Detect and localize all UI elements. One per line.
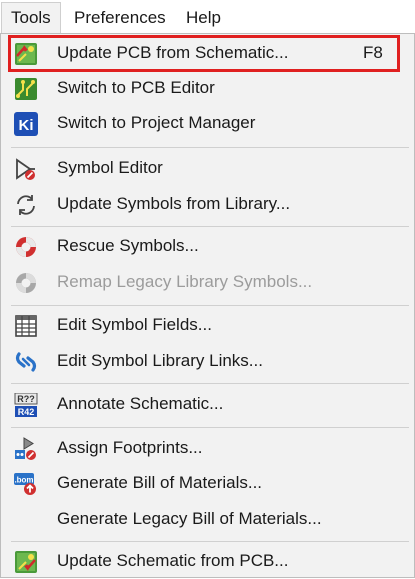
menu-item-label: Annotate Schematic... bbox=[57, 394, 224, 413]
kicad-project-manager-icon: Ki bbox=[14, 112, 38, 136]
menu-item-edit-symbol-library-links[interactable]: Edit Symbol Library Links... bbox=[1, 343, 414, 379]
library-link-icon bbox=[14, 350, 38, 374]
menu-preferences[interactable]: Preferences bbox=[65, 2, 175, 34]
menu-separator bbox=[11, 305, 409, 306]
menu-separator bbox=[11, 383, 409, 384]
menu-item-rescue-symbols[interactable]: Rescue Symbols... bbox=[1, 228, 414, 264]
menu-item-edit-symbol-fields[interactable]: Edit Symbol Fields... bbox=[1, 307, 414, 343]
menu-separator bbox=[11, 427, 409, 428]
menu-item-label: Generate Bill of Materials... bbox=[57, 473, 263, 492]
menu-item-label: Assign Footprints... bbox=[57, 438, 203, 457]
menu-item-label: Update Schematic from PCB... bbox=[57, 551, 289, 570]
menu-item-annotate-schematic[interactable]: R?? R42 Annotate Schematic... bbox=[1, 386, 414, 422]
refresh-icon bbox=[14, 193, 38, 217]
menu-item-label: Symbol Editor bbox=[57, 158, 163, 177]
menu-item-update-schematic-from-pcb[interactable]: Update Schematic from PCB... bbox=[1, 543, 414, 579]
remap-lifebuoy-icon bbox=[14, 271, 38, 295]
menu-separator bbox=[11, 226, 409, 227]
menu-item-remap-legacy-library-symbols: Remap Legacy Library Symbols... bbox=[1, 264, 414, 300]
menu-item-label: Edit Symbol Library Links... bbox=[57, 351, 263, 370]
menu-item-label: Remap Legacy Library Symbols... bbox=[57, 272, 313, 291]
menu-separator bbox=[11, 541, 409, 542]
menu-item-update-symbols-from-library[interactable]: Update Symbols from Library... bbox=[1, 186, 414, 222]
highlight-box bbox=[8, 35, 400, 72]
menu-item-label: Update Symbols from Library... bbox=[57, 194, 291, 213]
menu-item-switch-to-pcb-editor[interactable]: Switch to PCB Editor bbox=[1, 70, 414, 106]
pcb-editor-icon bbox=[14, 77, 38, 101]
menu-item-label: Switch to Project Manager bbox=[57, 113, 256, 132]
menu-tools[interactable]: Tools bbox=[1, 2, 61, 34]
assign-footprints-icon bbox=[14, 437, 38, 461]
kicad-icon-text: Ki bbox=[19, 117, 34, 134]
menu-item-switch-to-project-manager[interactable]: Ki Switch to Project Manager bbox=[1, 105, 414, 141]
bom-icon: .bom bbox=[14, 472, 38, 496]
tools-dropdown-menu: Update PCB from Schematic... F8 Switch t… bbox=[0, 33, 415, 578]
menu-item-symbol-editor[interactable]: Symbol Editor bbox=[1, 150, 414, 186]
update-schematic-icon bbox=[14, 550, 38, 574]
menu-item-label: Generate Legacy Bill of Materials... bbox=[57, 509, 322, 528]
menu-item-label: Switch to PCB Editor bbox=[57, 78, 215, 97]
rescue-lifebuoy-icon bbox=[14, 235, 38, 259]
symbol-editor-icon bbox=[14, 157, 38, 181]
menu-help[interactable]: Help bbox=[177, 2, 230, 34]
table-grid-icon bbox=[14, 314, 38, 338]
menu-bar: Tools Preferences Help bbox=[0, 0, 415, 34]
menu-item-label: Edit Symbol Fields... bbox=[57, 315, 212, 334]
annotate-icon-bottom-text: R42 bbox=[18, 407, 35, 417]
menu-item-label: Rescue Symbols... bbox=[57, 236, 199, 255]
menu-item-generate-bill-of-materials[interactable]: .bom Generate Bill of Materials... bbox=[1, 465, 414, 501]
menu-item-generate-legacy-bill-of-materials[interactable]: Generate Legacy Bill of Materials... bbox=[1, 501, 414, 537]
annotate-icon-top-text: R?? bbox=[17, 394, 35, 404]
annotate-icon: R?? R42 bbox=[14, 393, 38, 417]
menu-separator bbox=[11, 147, 409, 148]
menu-item-assign-footprints[interactable]: Assign Footprints... bbox=[1, 430, 414, 466]
